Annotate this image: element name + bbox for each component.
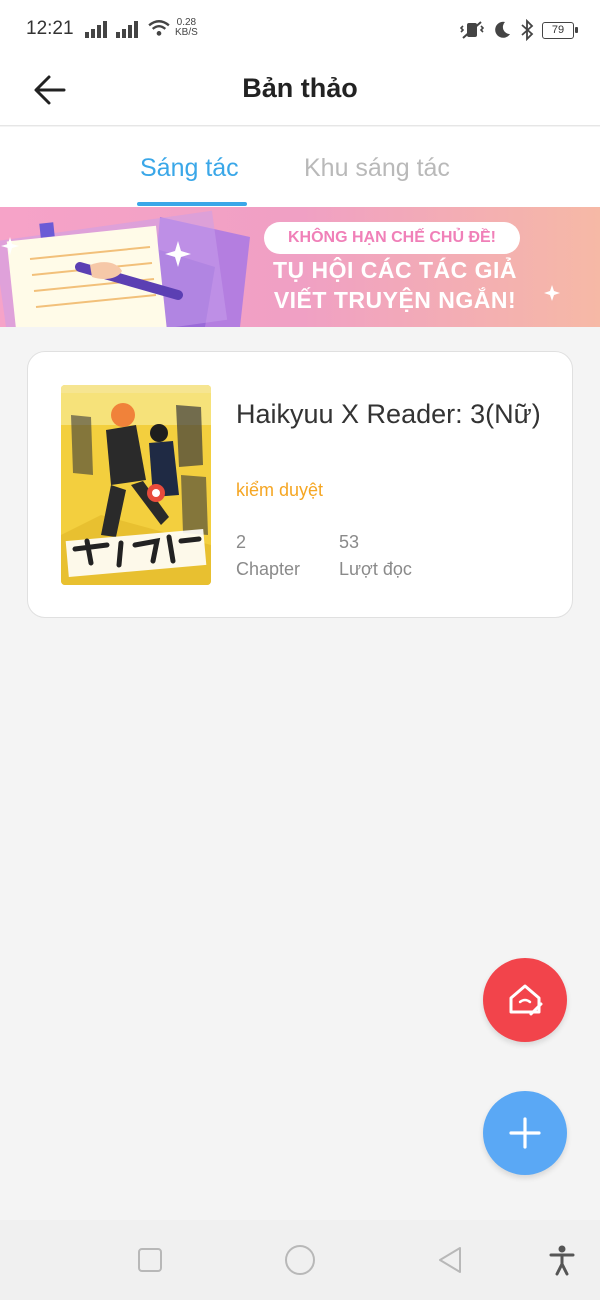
back-icon bbox=[439, 1247, 461, 1273]
cover-illustration bbox=[61, 385, 211, 585]
chapter-count: 2 bbox=[236, 532, 247, 552]
recent-apps-button[interactable] bbox=[132, 1242, 168, 1278]
banner-tag: KHÔNG HẠN CHẾ CHỦ ĐỀ! bbox=[264, 222, 520, 254]
banner-headline-2: VIẾT TRUYỆN NGẮN! bbox=[273, 287, 517, 313]
app-bar: Bản thảo bbox=[0, 60, 600, 126]
vibrate-icon bbox=[460, 21, 484, 39]
banner-headline-1: TỤ HỘI CÁC TÁC GIẢ bbox=[272, 257, 518, 283]
story-title: Haikyuu X Reader: 3(Nữ) bbox=[236, 399, 541, 429]
plus-icon bbox=[509, 1117, 541, 1149]
story-status: kiểm duyệt bbox=[236, 480, 324, 500]
story-cover-image bbox=[61, 385, 211, 585]
read-count: 53 bbox=[339, 532, 360, 552]
home-button[interactable] bbox=[282, 1242, 318, 1278]
accessibility-icon bbox=[549, 1245, 575, 1276]
system-nav-bar bbox=[0, 1220, 600, 1300]
tab-indicator bbox=[137, 202, 247, 206]
accessibility-button[interactable] bbox=[544, 1242, 580, 1278]
house-edit-icon bbox=[509, 984, 543, 1016]
chapter-stat: 2 Chapter bbox=[236, 529, 300, 583]
tab-sang-tac[interactable]: Sáng tác bbox=[140, 154, 239, 183]
nav-back-button[interactable] bbox=[432, 1242, 468, 1278]
read-label: Lượt đọc bbox=[339, 559, 412, 579]
status-time: 12:21 bbox=[26, 18, 74, 39]
signal-icon bbox=[85, 21, 107, 38]
network-speed-unit: KB/S bbox=[175, 27, 198, 38]
tab-bar: Sáng tác Khu sáng tác bbox=[0, 127, 600, 207]
status-icons: 79 bbox=[460, 19, 578, 41]
read-stat: 53 Lượt đọc bbox=[339, 529, 412, 583]
status-bar: 12:21 0.28 KB/S 79 bbox=[0, 0, 600, 60]
moon-icon bbox=[495, 21, 510, 38]
bluetooth-icon bbox=[521, 19, 534, 41]
chapter-label: Chapter bbox=[236, 559, 301, 579]
promo-banner[interactable]: KHÔNG HẠN CHẾ CHỦ ĐỀ! TỤ HỘI CÁC TÁC GIẢ… bbox=[0, 207, 600, 327]
page-title: Bản thảo bbox=[242, 73, 358, 103]
recent-apps-icon bbox=[138, 1248, 162, 1272]
house-edit-button[interactable] bbox=[483, 958, 567, 1042]
tab-khu-sang-tac[interactable]: Khu sáng tác bbox=[304, 154, 450, 183]
network-speed: 0.28 KB/S bbox=[175, 18, 198, 38]
story-card[interactable]: Haikyuu X Reader: 3(Nữ) kiểm duyệt 2 Cha… bbox=[27, 351, 573, 618]
wifi-icon bbox=[148, 20, 170, 36]
home-icon bbox=[285, 1245, 315, 1275]
battery-icon: 79 bbox=[542, 21, 578, 39]
signal-icon bbox=[116, 21, 138, 38]
add-button[interactable] bbox=[483, 1091, 567, 1175]
